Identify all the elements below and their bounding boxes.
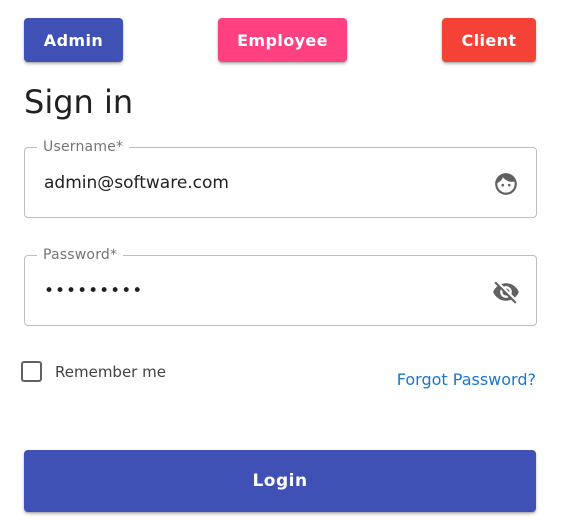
password-label: Password* [37, 246, 124, 264]
password-field[interactable]: Password* [24, 246, 537, 326]
client-role-button[interactable]: Client [442, 18, 536, 62]
admin-role-button[interactable]: Admin [24, 18, 123, 62]
visibility-off-icon[interactable] [492, 278, 520, 306]
remember-me-label: Remember me [55, 362, 166, 381]
employee-role-button[interactable]: Employee [218, 18, 347, 62]
remember-me-checkbox[interactable] [21, 361, 42, 382]
password-input[interactable] [44, 278, 474, 304]
login-button[interactable]: Login [24, 450, 536, 512]
remember-me[interactable]: Remember me [21, 361, 166, 382]
page-title: Sign in [24, 83, 134, 121]
username-field[interactable]: Username* [24, 138, 537, 218]
face-icon [492, 170, 520, 198]
username-input[interactable] [44, 170, 474, 196]
login-screen: Admin Employee Client Sign in Username* … [0, 0, 577, 527]
username-label: Username* [37, 138, 130, 156]
forgot-password-link[interactable]: Forgot Password? [397, 370, 536, 389]
